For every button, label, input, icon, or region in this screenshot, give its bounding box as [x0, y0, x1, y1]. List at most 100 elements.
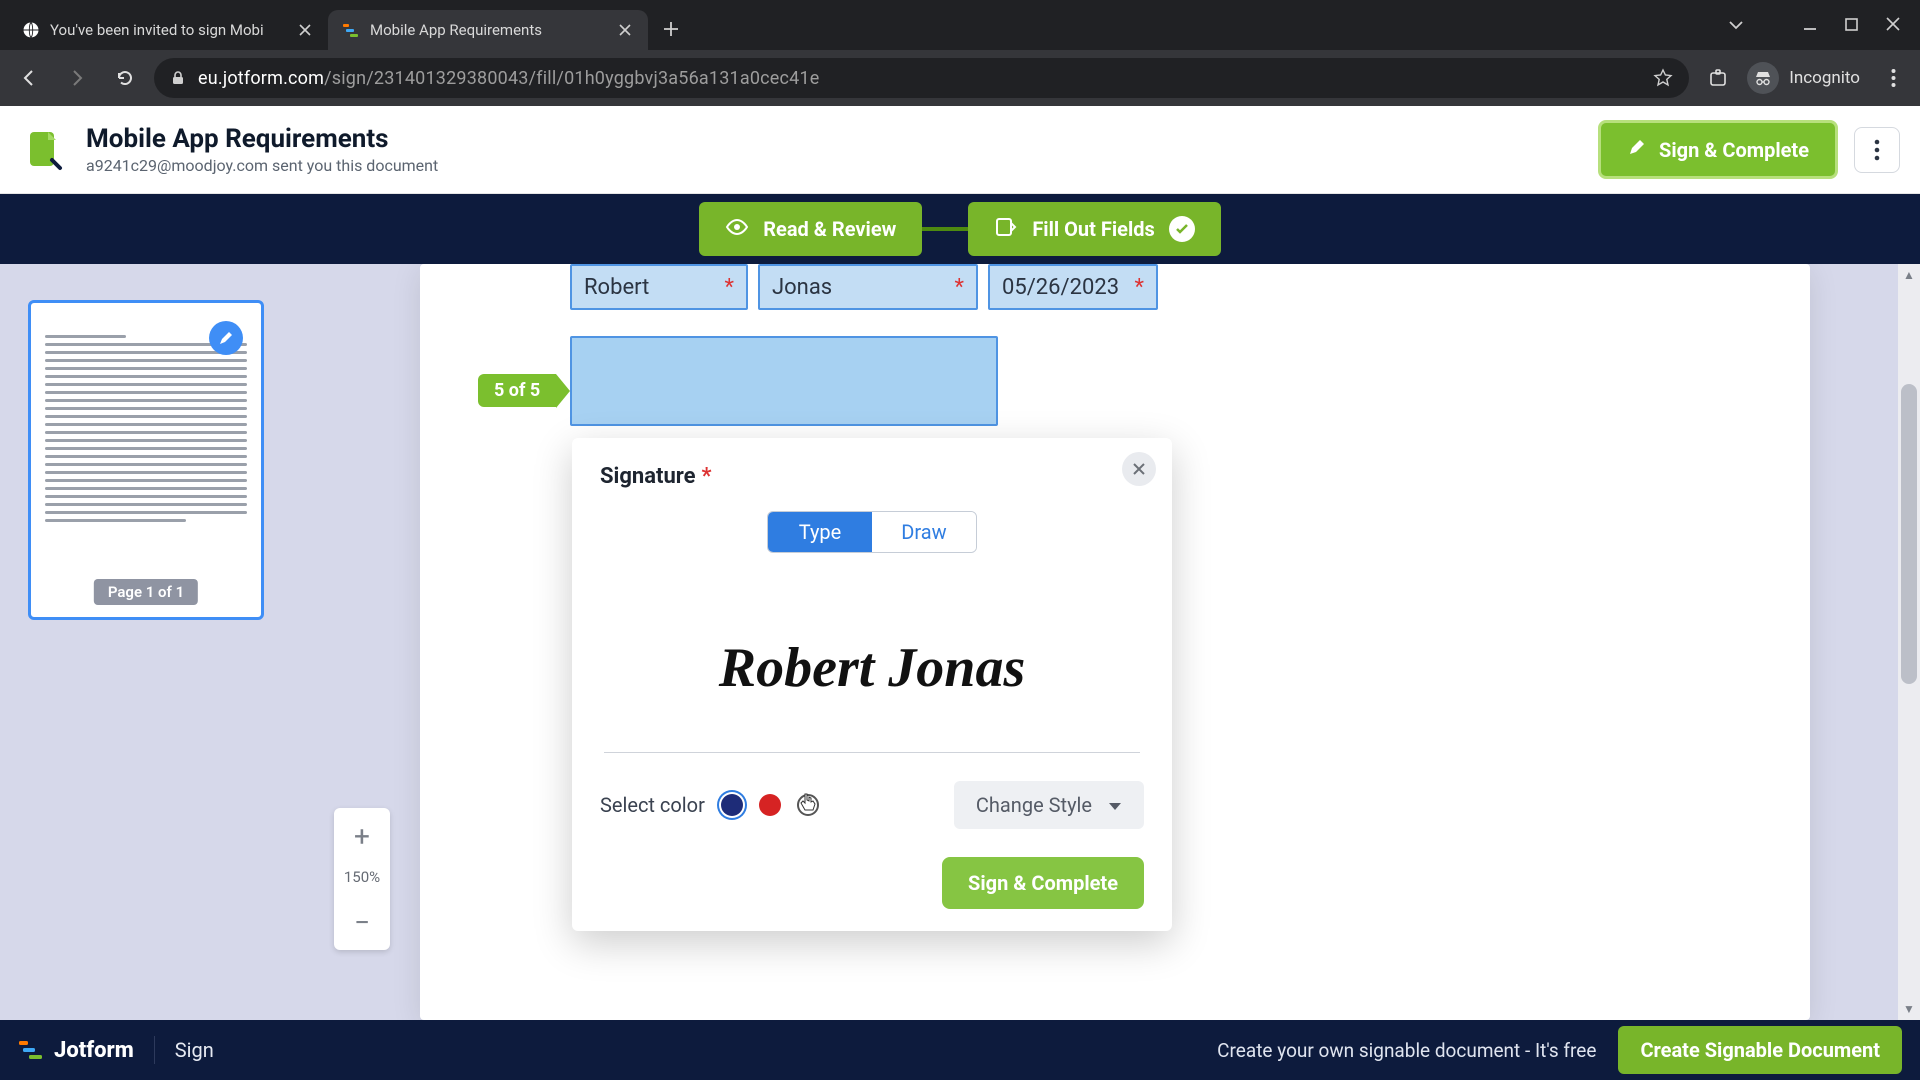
minimize-icon[interactable]: [1803, 16, 1817, 35]
first-name-field[interactable]: Robert *: [570, 264, 748, 310]
eye-icon: [725, 215, 749, 244]
signature-canvas[interactable]: Robert Jonas: [604, 583, 1140, 753]
page-counter-label: Page 1 of 1: [94, 579, 198, 605]
last-name-value: Jonas: [772, 275, 832, 300]
signature-mode-toggle: Type Draw: [767, 511, 977, 553]
scroll-down-icon[interactable]: ▼: [1898, 998, 1920, 1020]
signature-submit-label: Sign & Complete: [968, 871, 1118, 895]
new-tab-button[interactable]: [654, 12, 688, 46]
thumbnail-preview: [41, 335, 251, 522]
last-name-field[interactable]: Jonas *: [758, 264, 978, 310]
app-header: Mobile App Requirements a9241c29@moodjoy…: [0, 106, 1920, 194]
pointer-cursor-icon: [799, 793, 817, 817]
signature-title-text: Signature: [600, 464, 696, 489]
color-swatch-blue[interactable]: [721, 794, 743, 816]
first-name-value: Robert: [584, 275, 649, 300]
page-subtitle: a9241c29@moodjoy.com sent you this docum…: [86, 156, 438, 175]
vertical-scrollbar[interactable]: ▲ ▼: [1898, 264, 1920, 1020]
tab-title: Mobile App Requirements: [370, 21, 606, 39]
sign-complete-label: Sign & Complete: [1659, 138, 1809, 162]
step-read-review[interactable]: Read & Review: [699, 202, 922, 256]
zoom-control: + 150% −: [334, 808, 390, 950]
dialog-close-button[interactable]: [1122, 452, 1156, 486]
page: Mobile App Requirements a9241c29@moodjoy…: [0, 106, 1920, 1080]
incognito-indicator[interactable]: Incognito: [1747, 62, 1866, 94]
promo-text: Create your own signable document - It's…: [1217, 1039, 1596, 1062]
footer-bar: Jotform Sign Create your own signable do…: [0, 1020, 1920, 1080]
extensions-icon[interactable]: [1699, 59, 1737, 97]
required-star-icon: *: [949, 275, 964, 300]
bookmark-icon[interactable]: [1653, 68, 1673, 88]
close-window-icon[interactable]: [1886, 16, 1900, 35]
color-swatch-red[interactable]: [759, 794, 781, 816]
edit-badge-icon: [209, 321, 243, 355]
window-controls: [1727, 0, 1920, 50]
step-connector: [922, 227, 968, 231]
zoom-out-button[interactable]: −: [334, 894, 390, 950]
zoom-level: 150%: [344, 864, 380, 894]
jotform-mark-icon: [18, 1037, 44, 1063]
document-icon: [20, 126, 68, 174]
browser-tab-invite[interactable]: You've been invited to sign Mobi: [8, 10, 328, 50]
chevron-down-icon: [1108, 793, 1122, 817]
date-value: 05/26/2023: [1002, 275, 1119, 300]
browser-tab-active[interactable]: Mobile App Requirements: [328, 10, 648, 50]
signature-submit-button[interactable]: Sign & Complete: [942, 857, 1144, 909]
page-thumbnail[interactable]: Page 1 of 1: [28, 300, 264, 620]
check-icon: [1169, 216, 1195, 242]
address-bar[interactable]: eu.jotform.com/sign/231401329380043/fill…: [154, 58, 1689, 98]
browser-toolbar: eu.jotform.com/sign/231401329380043/fill…: [0, 50, 1920, 106]
reload-button[interactable]: [106, 59, 144, 97]
select-color-label: Select color: [600, 793, 705, 817]
maximize-icon[interactable]: [1845, 16, 1858, 35]
color-swatch-black[interactable]: [797, 794, 819, 816]
app-menu-button[interactable]: [1854, 127, 1900, 173]
brand-label: Jotform: [54, 1038, 134, 1063]
tab-type[interactable]: Type: [768, 512, 872, 552]
document-viewer: Page 1 of 1 + 150% − Robert * Jonas * 05…: [0, 264, 1920, 1020]
url-host: eu.jotform.com: [198, 68, 324, 89]
scrollbar-thumb[interactable]: [1901, 384, 1917, 684]
step-read-label: Read & Review: [763, 217, 896, 241]
field-progress-counter: 5 of 5: [478, 374, 556, 407]
globe-icon: [22, 21, 40, 39]
signature-dialog: Signature * Type Draw Robert Jonas Selec…: [572, 438, 1172, 931]
required-star-icon: *: [1129, 275, 1144, 300]
tab-title: You've been invited to sign Mobi: [50, 21, 286, 39]
browser-menu-icon[interactable]: [1876, 61, 1910, 95]
change-style-dropdown[interactable]: Change Style: [954, 781, 1144, 829]
incognito-label: Incognito: [1789, 68, 1860, 88]
forward-button[interactable]: [58, 59, 96, 97]
signature-dialog-title: Signature *: [600, 464, 712, 489]
sign-complete-button[interactable]: Sign & Complete: [1598, 120, 1838, 179]
pen-icon: [1627, 137, 1647, 162]
required-star-icon: *: [719, 275, 734, 300]
jotform-logo[interactable]: Jotform: [18, 1037, 134, 1063]
create-signable-label: Create Signable Document: [1640, 1038, 1880, 1062]
incognito-icon: [1747, 62, 1779, 94]
signature-options-row: Select color Change Style: [600, 781, 1144, 829]
browser-tab-strip: You've been invited to sign Mobi Mobile …: [0, 0, 1920, 50]
tab-search-icon[interactable]: [1727, 16, 1745, 34]
scroll-up-icon[interactable]: ▲: [1898, 264, 1920, 286]
signature-field-target[interactable]: [570, 336, 998, 426]
change-style-label: Change Style: [976, 793, 1092, 817]
create-signable-button[interactable]: Create Signable Document: [1618, 1026, 1902, 1074]
step-fill-fields[interactable]: Fill Out Fields: [968, 202, 1220, 256]
sign-link[interactable]: Sign: [175, 1038, 214, 1062]
tab-draw[interactable]: Draw: [872, 512, 976, 552]
steps-banner: Read & Review Fill Out Fields: [0, 194, 1920, 264]
url-text: eu.jotform.com/sign/231401329380043/fill…: [198, 68, 820, 89]
form-icon: [994, 215, 1018, 244]
back-button[interactable]: [10, 59, 48, 97]
date-field[interactable]: 05/26/2023 *: [988, 264, 1158, 310]
close-icon[interactable]: [616, 21, 634, 39]
required-star-icon: *: [702, 464, 712, 489]
close-icon[interactable]: [296, 21, 314, 39]
divider: [154, 1036, 155, 1064]
url-path: /sign/231401329380043/fill/01h0yggbvj3a5…: [324, 68, 819, 89]
step-fill-label: Fill Out Fields: [1032, 217, 1154, 241]
zoom-in-button[interactable]: +: [334, 808, 390, 864]
lock-icon: [170, 70, 186, 86]
signature-preview-text: Robert Jonas: [719, 636, 1026, 700]
